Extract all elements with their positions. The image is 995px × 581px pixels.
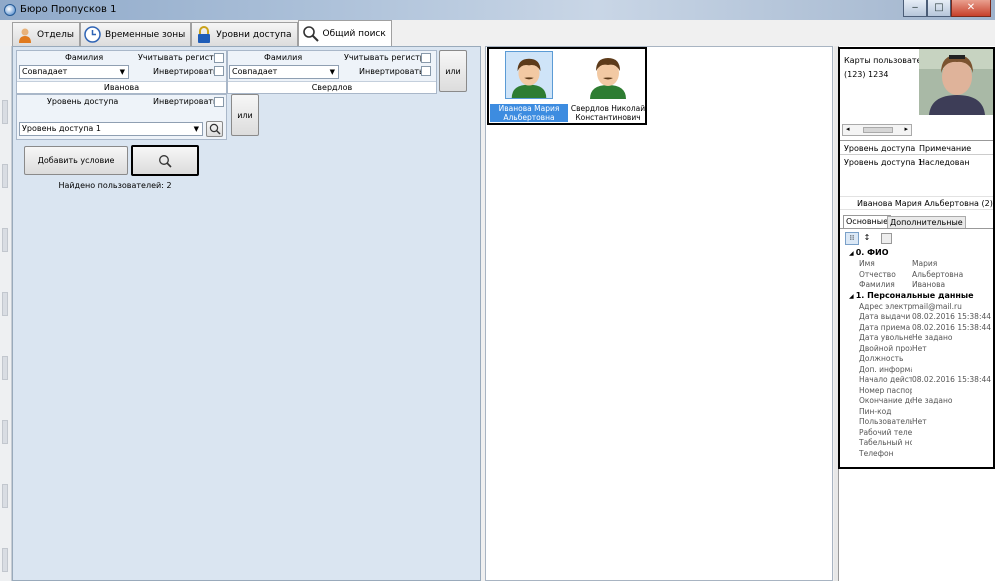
search-icon (159, 154, 172, 168)
access-search-button[interactable] (206, 121, 223, 137)
chevron-down-icon: ▼ (329, 68, 335, 76)
tab-label: Уровни доступа (216, 29, 292, 40)
invert-label: Инвертировать (153, 97, 218, 106)
condition-surname-1: Фамилия Учитывать регистр Совпадает ▼ Инв… (16, 50, 227, 94)
maximize-button[interactable]: □ (927, 0, 951, 17)
title-bar: Бюро Пропусков 1 ‒ □ ✕ (0, 0, 995, 20)
or-button[interactable]: или (231, 94, 259, 136)
invert-checkbox[interactable] (421, 66, 431, 76)
invert-label: Инвертировать (359, 67, 424, 76)
user-card-ivanova[interactable]: Иванова Мария Альбертовна (490, 51, 568, 123)
tab-label: Отделы (37, 29, 74, 40)
condition-surname-2: Фамилия Учитывать регистр Совпадает ▼ Инв… (227, 50, 437, 94)
tab-general-search[interactable]: Общий поиск (297, 20, 392, 46)
chevron-down-icon: ▼ (119, 68, 125, 76)
user-details-highlight (838, 47, 995, 469)
person-icon (16, 26, 34, 44)
match-type-select[interactable]: Совпадает ▼ (229, 65, 339, 79)
add-condition-button[interactable]: Добавить условие (24, 146, 128, 175)
minimize-button[interactable]: ‒ (903, 0, 927, 17)
case-sensitive-label: Учитывать регистр (344, 53, 425, 62)
user-name: Свердлов Николай Константинович (570, 104, 646, 122)
search-icon (209, 123, 220, 135)
app-icon (4, 4, 16, 16)
close-button[interactable]: ✕ (951, 0, 991, 17)
left-edge-bar (0, 46, 12, 581)
or-button[interactable]: или (439, 50, 467, 92)
window-title: Бюро Пропусков 1 (20, 4, 117, 15)
condition-access-level: Уровень доступа Инвертировать Уровень до… (16, 94, 227, 140)
tab-access-levels[interactable]: Уровни доступа (191, 22, 298, 46)
case-sensitive-checkbox[interactable] (421, 53, 431, 63)
tab-time-zones[interactable]: Временные зоны (79, 22, 192, 46)
access-level-select[interactable]: Уровень доступа 1 ▼ (19, 122, 203, 136)
invert-checkbox[interactable] (214, 66, 224, 76)
user-avatar-icon (505, 51, 553, 99)
user-name: Иванова Мария Альбертовна (490, 104, 568, 122)
user-avatar-icon (590, 58, 626, 99)
match-type-select[interactable]: Совпадает ▼ (19, 65, 129, 79)
found-users-count: Найдено пользователей: 2 (58, 181, 172, 190)
search-button[interactable] (131, 145, 199, 176)
clock-icon (84, 26, 102, 44)
case-sensitive-checkbox[interactable] (214, 53, 224, 63)
case-sensitive-label: Учитывать регистр (138, 53, 219, 62)
condition-value[interactable]: Иванова (17, 81, 226, 93)
invert-label: Инвертировать (153, 67, 218, 76)
condition-field-label: Фамилия (65, 53, 104, 62)
results-users: Иванова Мария Альбертовна Свердлов Никола… (487, 47, 647, 125)
tab-label: Временные зоны (104, 29, 186, 40)
search-results-panel (485, 46, 833, 581)
search-icon (302, 25, 320, 43)
tab-label: Общий поиск (322, 28, 386, 39)
search-conditions-panel: Фамилия Учитывать регистр Совпадает ▼ Инв… (12, 46, 481, 581)
condition-value[interactable]: Свердлов (228, 81, 436, 93)
tab-bar: Отделы Временные зоны Уровни доступа Общ… (12, 20, 392, 46)
invert-checkbox[interactable] (214, 97, 224, 107)
tab-departments[interactable]: Отделы (12, 22, 80, 46)
condition-field-label: Уровень доступа (47, 97, 119, 106)
lock-icon (195, 25, 213, 44)
chevron-down-icon: ▼ (193, 125, 199, 133)
condition-field-label: Фамилия (264, 53, 303, 62)
user-card-sverdlov[interactable]: Свердлов Николай Константинович (569, 51, 647, 123)
